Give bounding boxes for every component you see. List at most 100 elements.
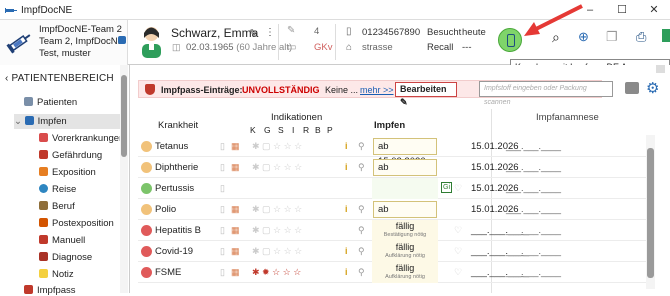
indication-icons[interactable]: ✱ ✹ ☆ ☆ ☆ xyxy=(252,266,301,279)
calendar-icon[interactable]: ▦ xyxy=(231,266,240,279)
sidebar-item-notiz[interactable]: Notiz xyxy=(39,269,74,280)
divider xyxy=(335,24,336,60)
impfen-date[interactable]: ab 15.02.2026 xyxy=(373,138,437,167)
person-icon[interactable]: ⚲ xyxy=(358,203,365,216)
anamnese-date-empty[interactable]: ___.___.____ xyxy=(506,141,561,151)
table-row[interactable]: Pertussis ▯ Gi ♡ 15.01.2026 ___.___.____ xyxy=(138,178,653,199)
team-settings-icon[interactable] xyxy=(118,36,126,44)
info-sheet-icon[interactable]: ▯ xyxy=(220,182,225,195)
due-status: fällig Aufklärung nötig xyxy=(373,263,437,281)
info-sheet-icon[interactable]: ▯ xyxy=(220,161,225,174)
heart-outline-icon[interactable]: ♡ xyxy=(454,224,462,237)
indication-icons[interactable]: ✱ ▢ ☆ ☆ ☆ xyxy=(252,161,302,174)
info-sheet-icon[interactable]: ▯ xyxy=(220,224,225,237)
info-icon[interactable]: i xyxy=(345,266,348,279)
chevron-down-icon: ⌄ xyxy=(14,116,22,127)
sidebar-item-reise[interactable]: Reise xyxy=(39,184,76,195)
table-scroll-thumb[interactable] xyxy=(647,148,654,278)
calendar-icon[interactable]: ▦ xyxy=(231,161,240,174)
anamnese-date-empty[interactable]: ___.___.____ xyxy=(506,225,561,235)
person-icon[interactable]: ⚲ xyxy=(358,140,365,153)
sidebar-item-exposition[interactable]: Exposition xyxy=(39,167,96,178)
edit-patient-icon[interactable]: ✎ xyxy=(249,27,258,40)
sidebar-item-manuell[interactable]: Manuell xyxy=(39,235,85,246)
info-sheet-icon[interactable]: ▯ xyxy=(220,245,225,258)
table-row[interactable]: Polio ▯ ▦ ✱ ▢ ☆ ☆ ☆ i ⚲ ab 15.02.2026 15… xyxy=(138,199,653,230)
indication-icons[interactable]: ✱ ▢ ☆ ☆ ☆ xyxy=(252,245,302,258)
status-dot-icon xyxy=(141,204,152,215)
app-link-button[interactable] xyxy=(498,28,522,52)
table-row[interactable]: Diphtherie ▯ ▦ ✱ ▢ ☆ ☆ ☆ i ⚲ ab 15.02.20… xyxy=(138,157,653,188)
heart-outline-icon[interactable]: ♡ xyxy=(454,266,462,279)
heart-outline-icon[interactable]: ♡ xyxy=(454,245,462,258)
table-row[interactable]: Covid-19 ▯ ▦ ✱ ▢ ☆ ☆ ☆ i ⚲ fällig Aufklär… xyxy=(138,241,653,262)
person-icon[interactable]: ⚲ xyxy=(358,266,365,279)
calendar-icon[interactable]: ▦ xyxy=(231,140,240,153)
sidebar-item-label: Impfen xyxy=(37,116,67,127)
anamnese-date-empty[interactable]: ___.___.____ xyxy=(506,204,561,214)
side-icon[interactable] xyxy=(662,29,670,42)
edit-button[interactable]: Bearbeiten ✎ xyxy=(395,82,457,107)
info-icon[interactable]: i xyxy=(345,203,348,216)
impfen-date[interactable]: ab 15.02.2026 xyxy=(373,201,437,230)
sidebar-item-beruf[interactable]: Beruf xyxy=(39,201,75,212)
sidebar-item-patienten[interactable]: Patienten xyxy=(24,97,77,108)
main-scrollbar-up[interactable] xyxy=(656,65,665,73)
patients-icon xyxy=(24,97,33,106)
package-icon[interactable] xyxy=(625,82,639,94)
indication-icons[interactable]: ✱ ▢ ☆ ☆ ☆ xyxy=(252,224,302,237)
info-sheet-icon[interactable]: ▯ xyxy=(220,203,225,216)
printer-icon[interactable]: ⎙ xyxy=(636,29,646,45)
sidebar-item-label: Beruf xyxy=(52,201,75,212)
briefcase-icon xyxy=(39,201,48,210)
search-icon[interactable]: ⌕ xyxy=(552,29,560,46)
anamnese-date-empty[interactable]: ___.___.____ xyxy=(506,246,561,256)
dob-value: 02.03.1965 xyxy=(186,42,234,53)
person-icon[interactable]: ⚲ xyxy=(358,224,365,237)
visited-value: heute xyxy=(462,27,486,38)
gi-icon[interactable]: Gi xyxy=(441,182,452,193)
sidebar-item-diagnose[interactable]: Diagnose xyxy=(39,252,92,263)
calendar-icon[interactable]: ▦ xyxy=(231,224,240,237)
anamnese-date-empty[interactable]: ___.___.____ xyxy=(506,183,561,193)
sidebar-scroll-thumb[interactable] xyxy=(121,75,127,157)
team-panel[interactable]: ImpfDocNE-Team 2 Team 2, ImpfDocNE Test,… xyxy=(0,20,128,65)
calendar-icon[interactable]: ▦ xyxy=(231,245,240,258)
note-icon xyxy=(39,269,48,278)
sidebar-item-impfen[interactable]: ⌄ Impfen xyxy=(14,114,120,129)
person-icon[interactable]: ⚲ xyxy=(358,245,365,258)
indication-icons[interactable]: ✱ ▢ ☆ ☆ ☆ xyxy=(252,140,302,153)
due-sublabel: Aufklärung nötig xyxy=(385,274,425,280)
vaccine-search-input[interactable]: Impfstoff eingeben oder Packung scannen xyxy=(479,81,613,106)
anamnese-date-empty[interactable]: ___.___.____ xyxy=(506,162,561,172)
sidebar-header[interactable]: ‹ PATIENTENBEREICH xyxy=(5,73,114,84)
info-icon[interactable]: i xyxy=(345,140,348,153)
sidebar-item-gefaehrdung[interactable]: Gefährdung xyxy=(39,150,102,161)
info-icon[interactable]: i xyxy=(345,245,348,258)
close-button[interactable]: ✕ xyxy=(644,2,664,18)
sidebar-item-postexposition[interactable]: Postexposition xyxy=(39,218,114,229)
table-row[interactable]: FSME ▯ ▦ ✱ ✹ ☆ ☆ ☆ i ⚲ fällig Aufklärung … xyxy=(138,262,653,283)
recall-value: --- xyxy=(462,42,472,53)
heart-outline-icon[interactable]: ♡ xyxy=(454,182,462,195)
more-icon[interactable]: ⋮ xyxy=(265,27,275,38)
settings-gear-icon[interactable]: ⚙ xyxy=(646,79,659,97)
sidebar-item-impfpass[interactable]: Impfpass xyxy=(24,285,76,296)
table-row[interactable]: Hepatitis B ▯ ▦ ✱ ▢ ☆ ☆ ☆ ⚲ fällig Bestät… xyxy=(138,220,653,241)
impfen-date[interactable]: ab 15.02.2026 xyxy=(373,159,437,188)
calendar-icon[interactable]: ▦ xyxy=(231,203,240,216)
impfen-cell-empty[interactable] xyxy=(372,178,438,199)
more-link[interactable]: mehr >> xyxy=(360,85,394,95)
sidebar-item-vorerkrankungen[interactable]: Vorerkrankungen xyxy=(39,133,124,144)
person-icon[interactable]: ⚲ xyxy=(358,161,365,174)
add-user-icon[interactable]: ⊕ xyxy=(578,29,589,45)
documents-icon[interactable]: ❐ xyxy=(606,29,618,45)
table-row[interactable]: Tetanus ▯ ▦ ✱ ▢ ☆ ☆ ☆ i ⚲ ab 15.02.2026 … xyxy=(138,136,653,167)
maximize-button[interactable]: ☐ xyxy=(612,2,632,18)
info-icon[interactable]: i xyxy=(345,161,348,174)
status-dot-icon xyxy=(141,246,152,257)
info-sheet-icon[interactable]: ▯ xyxy=(220,140,225,153)
indication-icons[interactable]: ✱ ▢ ☆ ☆ ☆ xyxy=(252,203,302,216)
anamnese-date-empty[interactable]: ___.___.____ xyxy=(506,267,561,277)
info-sheet-icon[interactable]: ▯ xyxy=(220,266,225,279)
